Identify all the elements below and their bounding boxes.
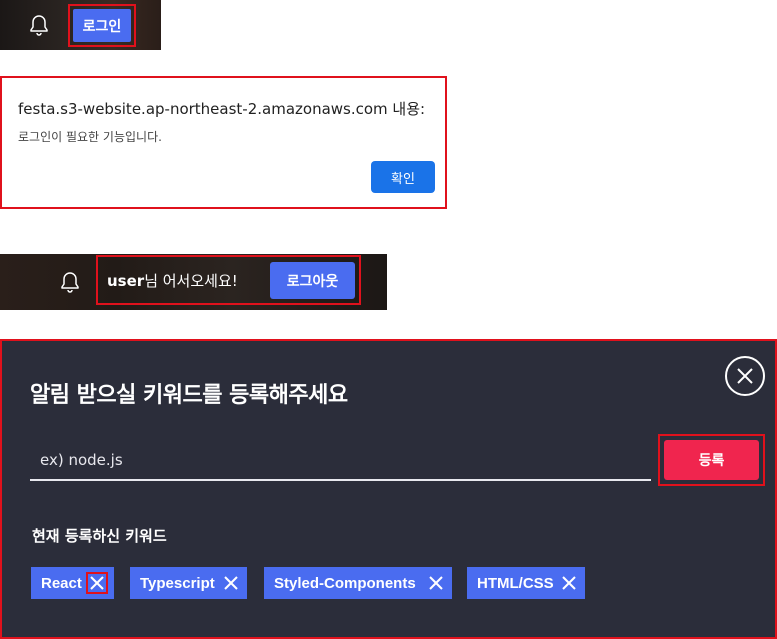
- login-highlight: 로그인: [68, 4, 136, 47]
- username: user: [107, 272, 145, 290]
- register-highlight: 등록: [658, 434, 765, 486]
- keyword-modal: 알림 받으실 키워드를 등록해주세요 등록 현재 등록하신 키워드 React …: [0, 339, 777, 639]
- keyword-chip-label: Styled-Components: [274, 574, 416, 592]
- keyword-chip: HTML/CSS: [467, 567, 585, 599]
- keyword-chip: React: [31, 567, 114, 599]
- alert-title: festa.s3-website.ap-northeast-2.amazonaw…: [18, 100, 426, 118]
- modal-title: 알림 받으실 키워드를 등록해주세요: [30, 383, 348, 408]
- remove-keyword-icon[interactable]: [558, 572, 580, 594]
- keyword-input[interactable]: [30, 441, 651, 481]
- remove-keyword-icon[interactable]: [86, 572, 108, 594]
- alert-ok-button[interactable]: 확인: [371, 161, 435, 193]
- remove-keyword-icon[interactable]: [425, 572, 447, 594]
- keyword-chip-label: Typescript: [140, 574, 215, 592]
- keyword-chip-label: React: [41, 574, 82, 592]
- keyword-chip: Styled-Components: [264, 567, 452, 599]
- alert-message: 로그인이 필요한 기능입니다.: [18, 130, 162, 144]
- user-greeting-highlight: user님 어서오세요! 로그아웃: [96, 255, 361, 305]
- alert-dialog: festa.s3-website.ap-northeast-2.amazonaw…: [0, 76, 447, 209]
- bell-icon[interactable]: [27, 12, 51, 38]
- bell-icon[interactable]: [58, 269, 82, 295]
- greeting-suffix: 님 어서오세요!: [144, 272, 238, 290]
- login-button[interactable]: 로그인: [73, 9, 131, 42]
- user-greeting: user님 어서오세요!: [107, 270, 238, 291]
- close-circle-icon[interactable]: [725, 356, 765, 396]
- logout-button[interactable]: 로그아웃: [270, 262, 355, 299]
- keyword-chip: Typescript: [130, 567, 247, 599]
- remove-keyword-icon[interactable]: [220, 572, 242, 594]
- current-keywords-label: 현재 등록하신 키워드: [32, 527, 167, 545]
- register-button[interactable]: 등록: [664, 440, 759, 480]
- keyword-chip-label: HTML/CSS: [477, 574, 554, 592]
